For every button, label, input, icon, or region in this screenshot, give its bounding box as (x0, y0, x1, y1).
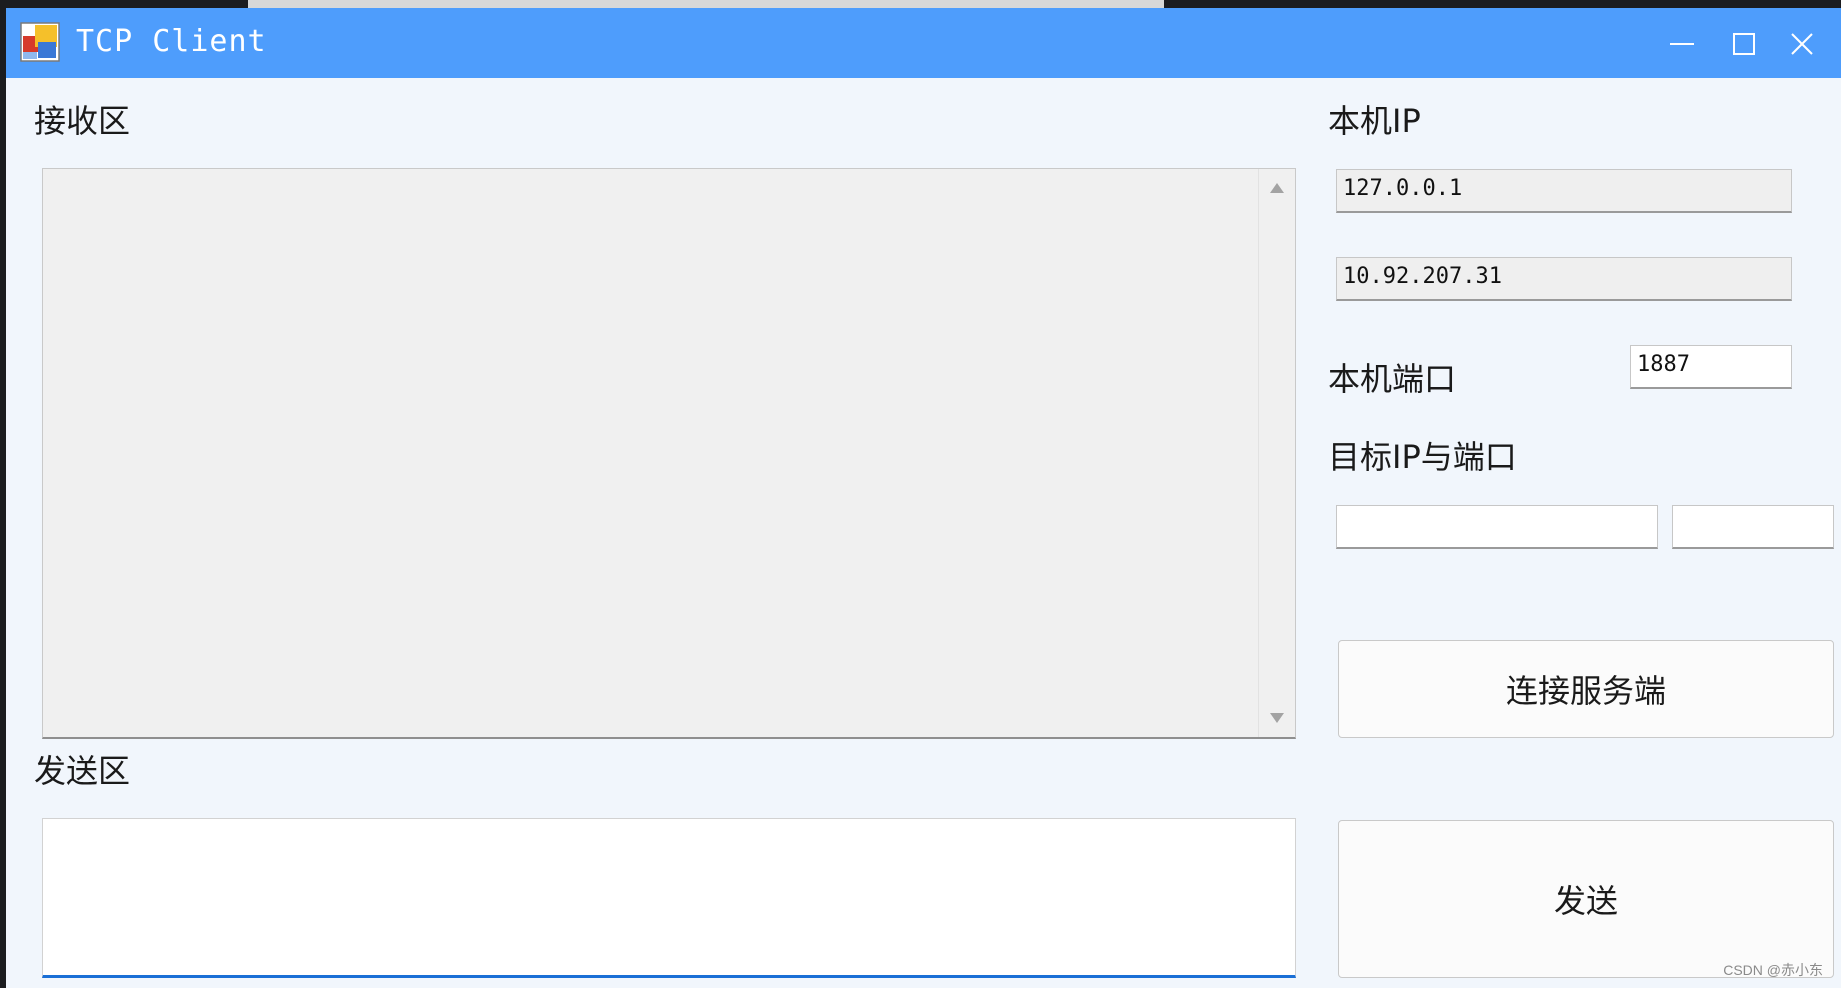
send-button[interactable]: 发送 (1338, 820, 1834, 978)
watermark-text: CSDN @赤小东 (1723, 962, 1823, 978)
local-port-field[interactable]: 1887 (1630, 345, 1792, 389)
target-ip-port-label: 目标IP与端口 (1328, 438, 1517, 476)
close-icon[interactable] (1780, 22, 1824, 66)
send-textarea[interactable] (42, 818, 1296, 978)
background-window-strip (248, 0, 1164, 8)
tcp-client-window: TCP Client 接收区 发送区 本机IP 127.0.0.1 10.92.… (6, 8, 1841, 988)
receive-scrollbar[interactable] (1258, 169, 1295, 737)
local-ip-field-2[interactable]: 10.92.207.31 (1336, 257, 1792, 301)
window-title: TCP Client (76, 24, 267, 59)
scroll-up-arrow-icon[interactable] (1268, 181, 1286, 195)
receive-textarea[interactable] (42, 168, 1296, 739)
title-bar[interactable]: TCP Client (6, 8, 1841, 78)
app-window-icon (20, 22, 60, 62)
connect-server-button[interactable]: 连接服务端 (1338, 640, 1834, 738)
local-port-label: 本机端口 (1328, 360, 1457, 398)
local-ip-label: 本机IP (1328, 102, 1421, 140)
target-ip-field[interactable] (1336, 505, 1658, 549)
maximize-icon[interactable] (1722, 22, 1766, 66)
minimize-icon[interactable] (1660, 22, 1704, 66)
target-port-field[interactable] (1672, 505, 1834, 549)
local-ip-field-1[interactable]: 127.0.0.1 (1336, 169, 1792, 213)
send-area-label: 发送区 (34, 752, 131, 790)
receive-area-label: 接收区 (34, 102, 131, 140)
scroll-down-arrow-icon[interactable] (1268, 711, 1286, 725)
